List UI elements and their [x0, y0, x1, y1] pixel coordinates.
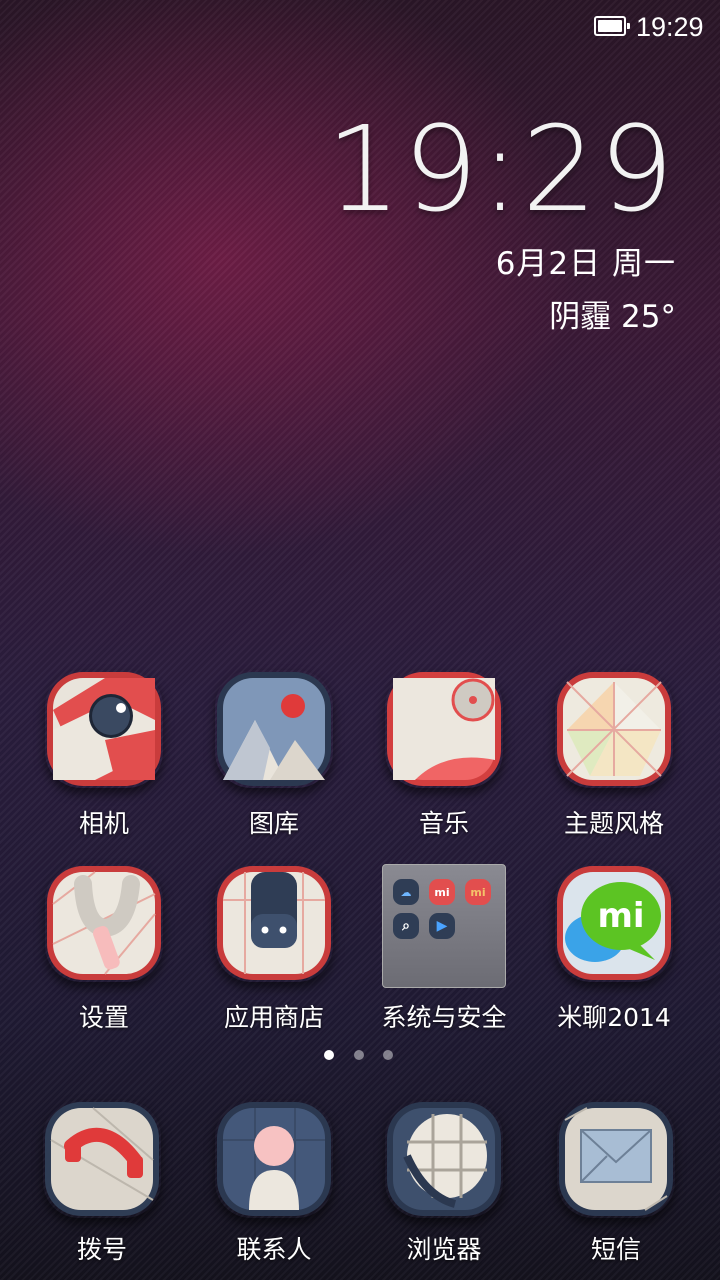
app-music[interactable]: 音乐	[359, 670, 529, 850]
app-camera[interactable]: 相机	[19, 670, 189, 850]
miliao-badge-text: mi	[597, 896, 644, 936]
phone-icon	[43, 1100, 161, 1218]
clock-widget[interactable]: 19:29 6月2日 周一 阴霾 25°	[326, 110, 676, 336]
page-dot-1[interactable]	[324, 1050, 334, 1060]
clock-time: 19:29	[325, 100, 676, 238]
app-label: 浏览器	[406, 1235, 482, 1264]
page-indicator[interactable]	[324, 1050, 400, 1062]
browser-icon	[385, 1100, 503, 1218]
app-label: 应用商店	[223, 1003, 324, 1032]
folder-system-security[interactable]: ☁ mi mi ⌕ ▶ 系统与安全	[359, 864, 529, 1044]
mini-label: mi	[470, 885, 486, 899]
messages-icon	[557, 1100, 675, 1218]
app-messages[interactable]: 短信	[531, 1100, 701, 1280]
app-label: 联系人	[236, 1235, 312, 1264]
app-grid-row-1: 相机 图库 音乐 主题风格	[0, 670, 720, 850]
app-label: 短信	[590, 1235, 641, 1264]
clock-date: 6月2日 周一	[495, 246, 676, 282]
app-label: 设置	[78, 1003, 129, 1032]
settings-icon	[45, 864, 163, 982]
contacts-icon	[215, 1100, 333, 1218]
app-label: 拨号	[76, 1235, 127, 1264]
app-label: 图库	[248, 809, 299, 838]
gallery-icon	[215, 670, 333, 788]
app-label: 主题风格	[563, 809, 664, 838]
app-store[interactable]: 应用商店	[189, 864, 359, 1044]
mi-icon: mi	[465, 879, 491, 905]
camera-icon	[45, 670, 163, 788]
battery-icon	[594, 16, 630, 36]
status-bar: 19:29	[0, 0, 720, 54]
app-browser[interactable]: 浏览器	[359, 1100, 529, 1280]
mi-account-icon: mi	[429, 879, 455, 905]
folder-icon: ☁ mi mi ⌕ ▶	[382, 864, 506, 988]
app-phone[interactable]: 拨号	[17, 1100, 187, 1280]
miliao-icon: mi	[555, 864, 673, 982]
app-label: 相机	[78, 809, 129, 838]
app-settings[interactable]: 设置	[19, 864, 189, 1044]
video-icon: ▶	[429, 913, 455, 939]
app-label: 系统与安全	[381, 1003, 507, 1032]
page-dot-3[interactable]	[383, 1050, 393, 1060]
theme-icon	[555, 670, 673, 788]
status-time: 19:29	[636, 12, 704, 42]
app-label: 米聊2014	[557, 1003, 671, 1032]
app-miliao[interactable]: mi 米聊2014	[529, 864, 699, 1044]
page-dot-2[interactable]	[354, 1050, 364, 1060]
app-theme[interactable]: 主题风格	[529, 670, 699, 850]
app-grid-row-2: 设置 应用商店 ☁ mi mi ⌕ ▶ 系统与安全 mi 米聊2014	[0, 864, 720, 1044]
search-icon: ⌕	[393, 913, 419, 939]
clock-weather: 阴霾 25°	[549, 299, 676, 335]
mini-label: mi	[434, 885, 450, 899]
app-label: 音乐	[418, 809, 469, 838]
music-icon	[385, 670, 503, 788]
cloud-icon: ☁	[393, 879, 419, 905]
dock: 拨号 联系人 浏览器 短信	[0, 1100, 720, 1280]
app-contacts[interactable]: 联系人	[189, 1100, 359, 1280]
app-gallery[interactable]: 图库	[189, 670, 359, 850]
app-store-icon	[215, 864, 333, 982]
